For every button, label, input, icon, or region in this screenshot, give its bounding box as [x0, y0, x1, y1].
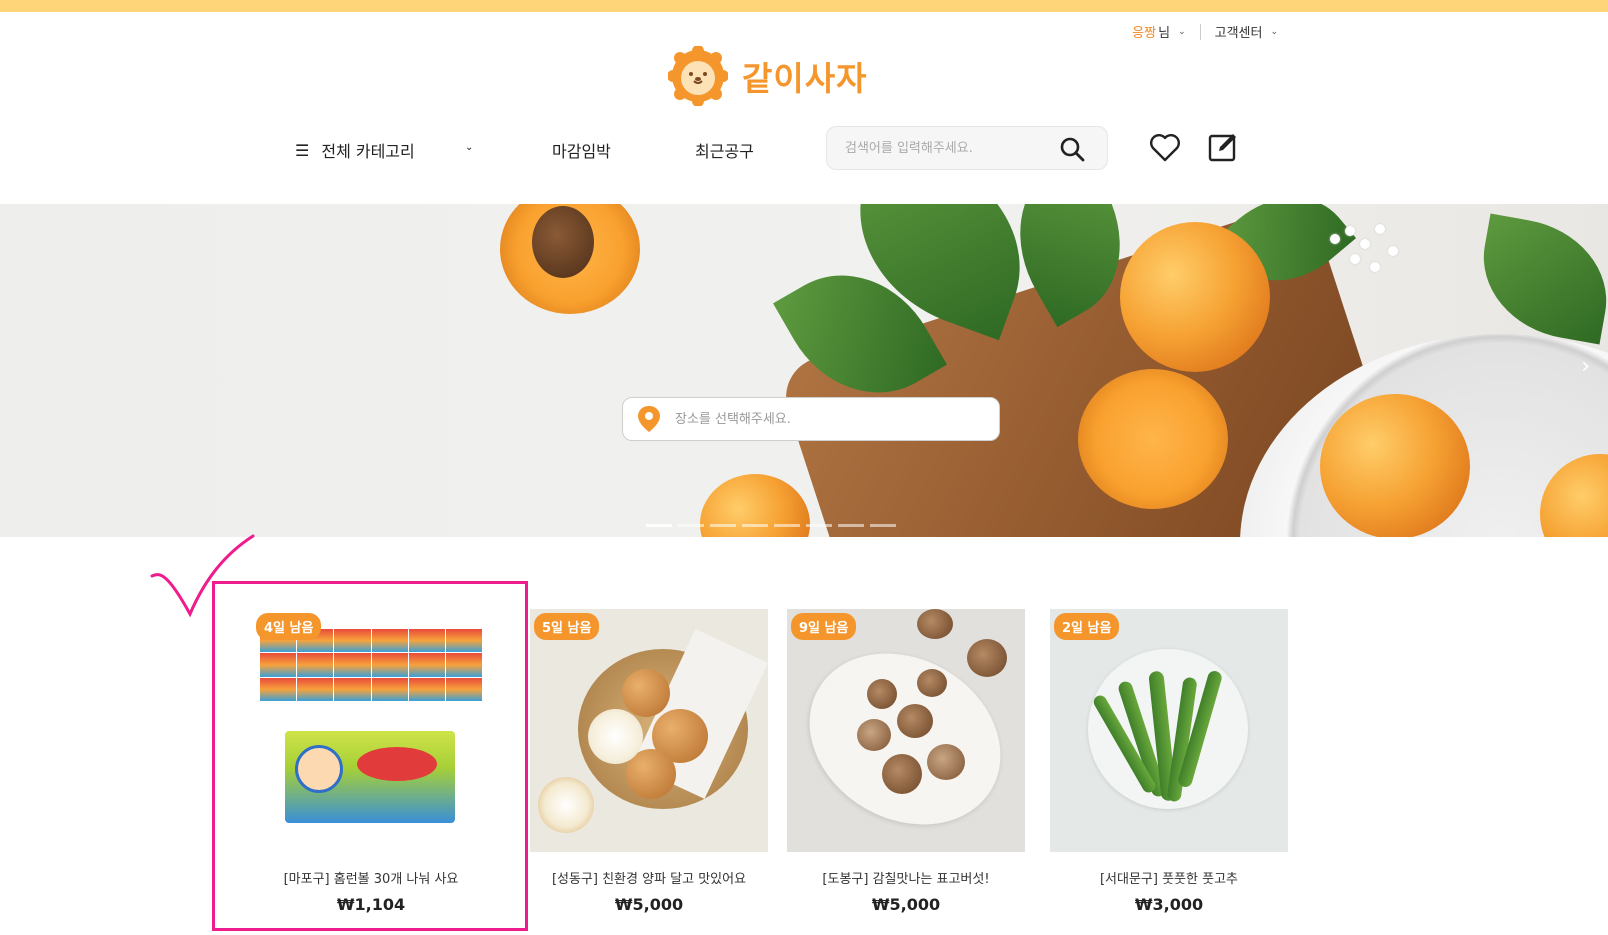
days-left-badge: 4일 남음	[256, 613, 322, 640]
product-title: [서대문구] 풋풋한 풋고추	[1099, 872, 1238, 887]
apricot	[1320, 394, 1470, 537]
edit-icon[interactable]	[1206, 130, 1240, 164]
slide-dot[interactable]	[678, 524, 704, 527]
apricot	[700, 474, 810, 537]
product-card[interactable]: 4일 남음 [마포구] 홈런볼 30개 나눠 사요 ₩1,104	[252, 609, 490, 914]
nav-recent-link[interactable]: 최근공구	[695, 138, 754, 162]
logo-text: 같이사자	[742, 59, 868, 98]
product-title: [도봉구] 감칠맛나는 표고버섯!	[822, 872, 990, 887]
flower	[1370, 262, 1380, 272]
flower	[1388, 246, 1398, 256]
product-price: ₩1,104	[336, 895, 406, 914]
lion-logo-icon	[668, 46, 728, 106]
product-card[interactable]: 5일 남음 [성동구] 친환경 양파 달고 맛있어요 ₩5,000	[530, 609, 768, 914]
slide-dot[interactable]	[806, 524, 832, 527]
chevron-down-icon: ⌄	[1178, 26, 1186, 37]
product-price: ₩5,000	[614, 895, 684, 914]
product-image: 5일 남음	[530, 609, 768, 852]
product-image: 9일 남음	[787, 609, 1025, 852]
flower	[1345, 226, 1355, 236]
search-bar	[826, 126, 1108, 170]
slide-dot[interactable]	[710, 524, 736, 527]
support-label: 고객센터	[1214, 26, 1263, 41]
nav-deadline-link[interactable]: 마감임박	[552, 138, 611, 162]
slide-dot[interactable]	[838, 524, 864, 527]
heart-icon[interactable]	[1148, 131, 1182, 165]
category-dropdown[interactable]: ☰ 전체 카테고리 ⌄	[295, 138, 473, 162]
site-logo[interactable]: 같이사자	[668, 46, 867, 106]
days-left-badge: 5일 남음	[534, 613, 600, 640]
product-card[interactable]: 9일 남음 [도봉구] 감칠맛나는 표고버섯! ₩5,000	[787, 609, 1025, 914]
location-pin-icon	[638, 406, 660, 432]
main-nav: ☰ 전체 카테고리 ⌄ 마감임박 최근공구	[0, 126, 1608, 176]
support-dropdown[interactable]: 고객센터 ⌄	[1215, 22, 1278, 41]
flower	[1330, 234, 1340, 244]
flower	[1375, 224, 1385, 234]
apricot-pit	[532, 206, 594, 278]
slide-indicators	[646, 524, 896, 527]
apricot	[1120, 222, 1270, 372]
search-input[interactable]	[845, 140, 1045, 156]
product-title: [마포구] 홈런볼 30개 나눠 사요	[283, 872, 459, 887]
slide-dot[interactable]	[774, 524, 800, 527]
days-left-badge: 9일 남음	[791, 613, 857, 640]
flower	[1350, 254, 1360, 264]
top-accent-bar	[0, 0, 1608, 12]
product-price: ₩5,000	[871, 895, 941, 914]
user-suffix: 님	[1158, 26, 1171, 41]
divider	[1199, 23, 1201, 40]
user-name: 응짱	[1132, 26, 1157, 41]
product-image: 2일 남음	[1050, 609, 1288, 852]
slide-dot[interactable]	[870, 524, 896, 527]
chevron-right-icon[interactable]: ›	[1581, 354, 1590, 379]
slide-dot[interactable]	[646, 524, 672, 527]
chevron-down-icon: ⌄	[1270, 26, 1278, 37]
user-account-dropdown[interactable]: 응짱 님 ⌄	[1132, 22, 1185, 41]
slide-dot[interactable]	[742, 524, 768, 527]
location-input[interactable]	[675, 411, 975, 427]
leaf	[1471, 213, 1608, 345]
product-card[interactable]: 2일 남음 [서대문구] 풋풋한 풋고추 ₩3,000	[1050, 609, 1288, 914]
product-price: ₩3,000	[1134, 895, 1204, 914]
flower	[1360, 239, 1370, 249]
product-title: [성동구] 친환경 양파 달고 맛있어요	[551, 872, 747, 887]
product-image: 4일 남음	[252, 609, 490, 852]
chevron-down-icon: ⌄	[465, 142, 474, 153]
days-left-badge: 2일 남음	[1054, 613, 1120, 640]
user-menu: 응짱 님 ⌄ 고객센터 ⌄	[1132, 22, 1278, 41]
hero-banner: ›	[0, 204, 1608, 537]
location-selector[interactable]	[622, 397, 1000, 441]
category-label: 전체 카테고리	[321, 142, 415, 161]
hamburger-icon: ☰	[295, 140, 310, 160]
search-icon[interactable]	[1059, 136, 1085, 162]
apricot-half	[1078, 369, 1228, 509]
